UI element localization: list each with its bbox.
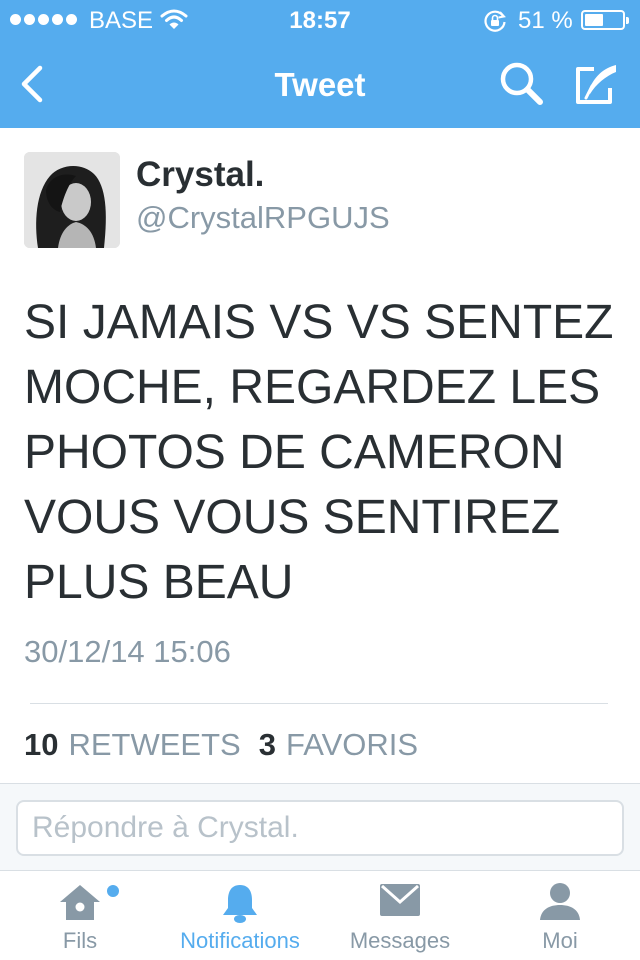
tab-label: Moi (542, 928, 578, 953)
envelope-icon (379, 882, 421, 923)
tab-messages[interactable]: Messages (320, 872, 480, 960)
reply-input[interactable] (16, 800, 624, 856)
favorites-stat[interactable]: 3 FAVORIS (259, 727, 418, 763)
nav-bar: Tweet (0, 40, 640, 128)
compose-button[interactable] (570, 62, 620, 110)
search-icon (500, 62, 543, 105)
favorites-count: 3 (258, 727, 276, 762)
display-name[interactable]: Crystal. (136, 155, 264, 195)
tweet-text: SI JAMAIS VS VS SENTEZ MOCHE, REGARDEZ L… (24, 296, 614, 609)
tweet-timestamp: 30/12/14 15:06 (24, 634, 231, 669)
retweets-count: 10 (24, 727, 59, 762)
tab-bar: Fils Notifications Messages Moi (0, 872, 640, 960)
compose-icon (576, 65, 616, 104)
tab-label: Fils (62, 928, 98, 953)
tab-label: Notifications (180, 928, 300, 953)
status-bar: BASE 18:57 51 % (0, 0, 640, 40)
retweets-stat[interactable]: 10 RETWEETS (24, 727, 241, 763)
header: BASE 18:57 51 % Tweet (0, 0, 640, 128)
divider (30, 703, 608, 704)
home-icon (58, 882, 102, 927)
avatar[interactable] (24, 152, 120, 248)
person-icon (539, 882, 581, 927)
tweet-stats: 10 RETWEETS 3 FAVORIS (24, 727, 436, 763)
user-handle[interactable]: @CrystalRPGUJS (136, 200, 390, 236)
unread-indicator (107, 885, 119, 897)
battery-icon (581, 10, 629, 30)
tab-label: Messages (349, 928, 451, 953)
tab-me[interactable]: Moi (480, 872, 640, 960)
reply-bar (0, 783, 640, 871)
favorites-label: FAVORIS (285, 727, 419, 762)
tab-notifications[interactable]: Notifications (160, 872, 320, 960)
tab-home[interactable]: Fils (0, 872, 160, 960)
retweets-label: RETWEETS (68, 727, 241, 762)
search-button[interactable] (498, 60, 546, 108)
bell-icon (220, 882, 260, 929)
battery-percentage: 51 % (518, 7, 573, 34)
rotation-lock-icon (482, 9, 508, 38)
